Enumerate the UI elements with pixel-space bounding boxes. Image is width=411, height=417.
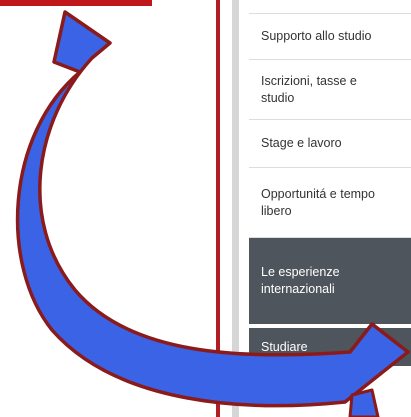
- gray-frame-line: [232, 0, 239, 417]
- menu-item-label: Stage e lavoro: [261, 136, 342, 150]
- menu-item-label-line2: studio: [261, 90, 295, 105]
- menu-item-label: Le esperienze: [261, 265, 340, 279]
- menu-item-stage[interactable]: Stage e lavoro: [249, 120, 411, 168]
- menu-item-label: sali: [307, 377, 326, 392]
- menu-item-sali[interactable]: sali: [249, 368, 411, 402]
- side-menu: Supporto allo studio Iscrizioni, tasse e…: [249, 0, 411, 417]
- menu-item-label: Supporto allo studio: [261, 29, 372, 43]
- red-divider-line: [216, 0, 220, 417]
- menu-item-supporto[interactable]: Supporto allo studio: [249, 14, 411, 60]
- menu-item-label-line2: internazionali: [261, 282, 335, 296]
- menu-item-label: Studiare: [261, 339, 308, 354]
- menu-item-label: Iscrizioni, tasse e: [261, 73, 357, 88]
- menu-item-label-line2: libero: [261, 203, 292, 218]
- menu-item-label: Opportunitá e tempo: [261, 186, 375, 201]
- menu-item-iscrizioni[interactable]: Iscrizioni, tasse e studio: [249, 60, 411, 120]
- menu-item-top[interactable]: [249, 0, 411, 14]
- menu-item-opportunita[interactable]: Opportunitá e tempo libero: [249, 168, 411, 238]
- menu-item-studiare[interactable]: Studiare: [249, 328, 411, 368]
- menu-item-esperienze[interactable]: Le esperienze internazionali: [249, 238, 411, 326]
- red-header-bar: [0, 0, 152, 6]
